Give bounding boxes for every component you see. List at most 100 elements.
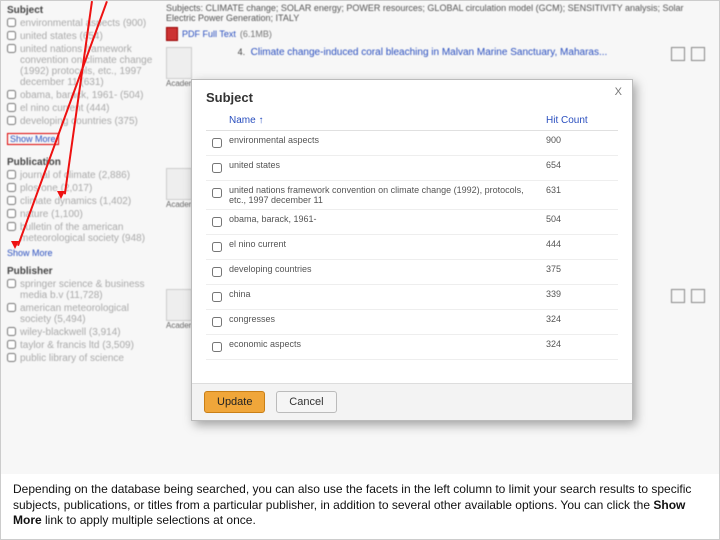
facet-item[interactable]: american meteorological society (5,494) <box>7 303 157 325</box>
facet-section-publisher: Publisher <box>7 266 157 277</box>
pdf-fulltext-link[interactable]: PDF Full Text (6.1MB) <box>166 27 713 41</box>
result-title-link[interactable]: Climate change-induced coral bleaching i… <box>251 47 608 58</box>
facet-section-publication: Publication <box>7 157 157 168</box>
sort-asc-icon: ↑ <box>258 115 263 126</box>
save-icon[interactable] <box>671 47 685 61</box>
table-row: environmental aspects900 <box>206 131 618 156</box>
row-name: united states <box>227 156 544 181</box>
facet-checkbox[interactable] <box>7 31 16 40</box>
table-row: china339 <box>206 285 618 310</box>
row-hitcount: 375 <box>544 260 618 285</box>
facet-item[interactable]: obama, barack, 1961- (504) <box>7 90 157 101</box>
result-number: 4. <box>238 47 246 57</box>
table-row: el nino current444 <box>206 235 618 260</box>
facet-item[interactable]: el nino current (444) <box>7 103 157 114</box>
row-name: obama, barack, 1961- <box>227 210 544 235</box>
table-row: united states654 <box>206 156 618 181</box>
facet-checkbox[interactable] <box>7 170 16 179</box>
table-row: obama, barack, 1961-504 <box>206 210 618 235</box>
result-thumbnail <box>166 47 192 79</box>
row-checkbox[interactable] <box>212 138 222 148</box>
facet-item[interactable]: developing countries (375) <box>7 116 157 127</box>
row-checkbox[interactable] <box>212 267 222 277</box>
table-row: congresses324 <box>206 310 618 335</box>
facet-checkbox[interactable] <box>7 327 16 336</box>
facet-item[interactable]: wiley-blackwell (3,914) <box>7 327 157 338</box>
row-checkbox[interactable] <box>212 242 222 252</box>
modal-footer: Update Cancel <box>192 383 632 420</box>
row-hitcount: 324 <box>544 310 618 335</box>
facet-section-subject: Subject <box>7 5 157 16</box>
facet-checkbox[interactable] <box>7 340 16 349</box>
folder-icon[interactable] <box>691 47 705 61</box>
modal-close-button[interactable]: X <box>615 86 622 98</box>
screenshot-stage: Subject environmental aspects (900) unit… <box>0 0 720 540</box>
facet-item[interactable]: springer science & business media b.v (1… <box>7 279 157 301</box>
show-more-link[interactable]: Show More <box>7 133 59 145</box>
update-button[interactable]: Update <box>204 391 265 413</box>
row-hitcount: 444 <box>544 235 618 260</box>
row-checkbox[interactable] <box>212 292 222 302</box>
row-hitcount: 900 <box>544 131 618 156</box>
facet-item[interactable]: united states (654) <box>7 31 157 42</box>
row-hitcount: 339 <box>544 285 618 310</box>
facet-checkbox[interactable] <box>7 18 16 27</box>
row-checkbox[interactable] <box>212 317 222 327</box>
row-hitcount: 631 <box>544 181 618 210</box>
arrowhead-icon <box>57 191 65 199</box>
row-hitcount: 324 <box>544 335 618 360</box>
arrowhead-icon <box>11 241 19 249</box>
result-subjects-line: Subjects: CLIMATE change; SOLAR energy; … <box>166 3 713 23</box>
pdf-icon <box>166 27 178 41</box>
facet-checkbox[interactable] <box>7 279 16 288</box>
result-thumbnail <box>166 168 192 200</box>
facet-item[interactable]: taylor & francis ltd (3,509) <box>7 340 157 351</box>
facet-item[interactable]: environmental aspects (900) <box>7 18 157 29</box>
facet-checkbox[interactable] <box>7 222 16 231</box>
row-checkbox[interactable] <box>212 342 222 352</box>
facet-checkbox[interactable] <box>7 196 16 205</box>
row-hitcount: 654 <box>544 156 618 181</box>
row-checkbox[interactable] <box>212 163 222 173</box>
subject-modal: X Subject Name ↑ Hit Count environmental… <box>191 79 633 421</box>
folder-icon[interactable] <box>691 289 705 303</box>
table-row: economic aspects324 <box>206 335 618 360</box>
col-hitcount-header[interactable]: Hit Count <box>544 111 618 131</box>
modal-title: Subject <box>206 90 618 105</box>
app-background: Subject environmental aspects (900) unit… <box>1 1 719 539</box>
result-action-icons <box>668 289 705 305</box>
subject-table: Name ↑ Hit Count environmental aspects90… <box>206 111 618 360</box>
slide-caption: Depending on the database being searched… <box>1 474 719 539</box>
facet-checkbox[interactable] <box>7 303 16 312</box>
table-row: developing countries375 <box>206 260 618 285</box>
row-checkbox[interactable] <box>212 188 222 198</box>
facet-checkbox[interactable] <box>7 183 16 192</box>
facet-item[interactable]: bulletin of the american meteorological … <box>7 222 157 244</box>
facet-checkbox[interactable] <box>7 103 16 112</box>
row-name: china <box>227 285 544 310</box>
save-icon[interactable] <box>671 289 685 303</box>
row-name: el nino current <box>227 235 544 260</box>
facet-item[interactable]: public library of science <box>7 353 157 364</box>
facet-item[interactable]: plos one (2,017) <box>7 183 157 194</box>
col-name-header[interactable]: Name ↑ <box>227 111 544 131</box>
row-name: developing countries <box>227 260 544 285</box>
row-name: congresses <box>227 310 544 335</box>
facet-checkbox[interactable] <box>7 353 16 362</box>
row-name: united nations framework convention on c… <box>227 181 544 210</box>
row-hitcount: 504 <box>544 210 618 235</box>
facet-checkbox[interactable] <box>7 209 16 218</box>
show-more-link[interactable]: Show More <box>7 248 157 258</box>
facet-item[interactable]: journal of climate (2,886) <box>7 170 157 181</box>
facet-checkbox[interactable] <box>7 116 16 125</box>
facet-item[interactable]: climate dynamics (1,402) <box>7 196 157 207</box>
facet-checkbox[interactable] <box>7 90 16 99</box>
row-checkbox[interactable] <box>212 217 222 227</box>
facet-checkbox[interactable] <box>7 44 16 53</box>
col-checkbox <box>206 111 227 131</box>
result-action-icons <box>668 47 705 63</box>
result-thumbnail <box>166 289 192 321</box>
row-name: economic aspects <box>227 335 544 360</box>
cancel-button[interactable]: Cancel <box>276 391 336 413</box>
row-name: environmental aspects <box>227 131 544 156</box>
